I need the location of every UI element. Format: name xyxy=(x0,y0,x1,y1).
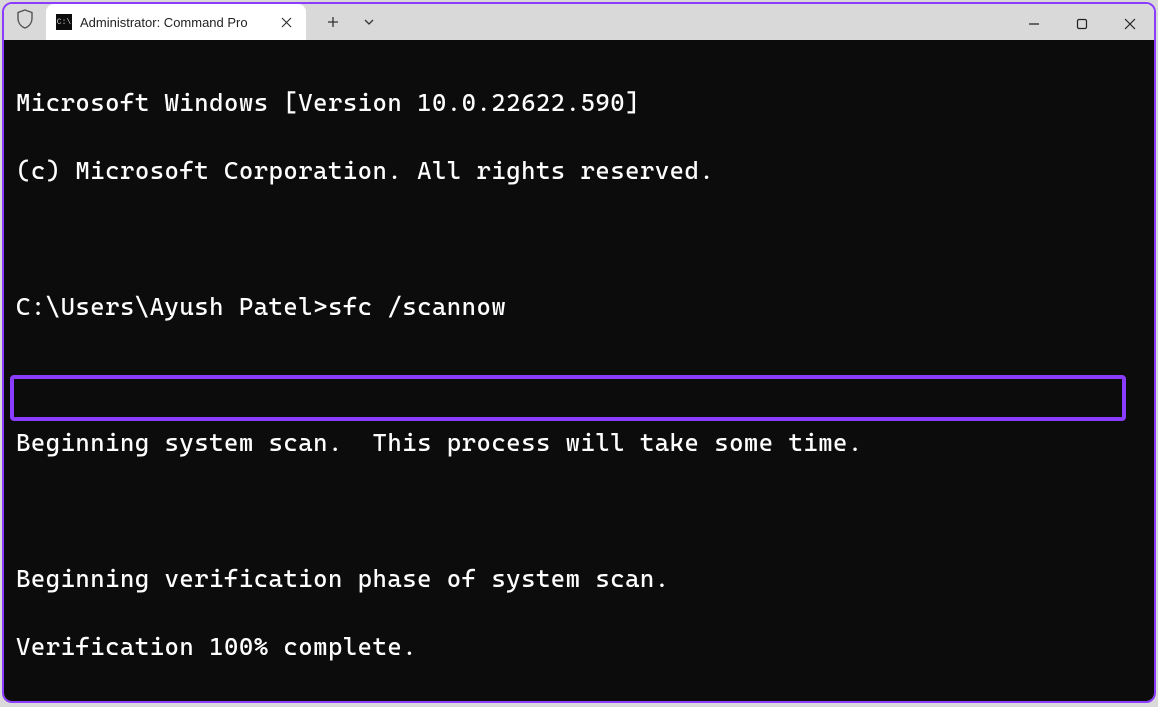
tab-command-prompt[interactable]: C:\ Administrator: Command Pro xyxy=(46,4,306,40)
terminal-window: C:\ Administrator: Command Pro xyxy=(2,2,1156,703)
window-controls xyxy=(1010,4,1154,44)
tab-close-button[interactable] xyxy=(276,12,296,32)
terminal-line: Beginning system scan. This process will… xyxy=(16,426,1146,460)
cmd-icon: C:\ xyxy=(56,14,72,30)
maximize-button[interactable] xyxy=(1058,4,1106,44)
terminal-line: (c) Microsoft Corporation. All rights re… xyxy=(16,154,1146,188)
terminal-line: Verification 100% complete. xyxy=(16,630,1146,664)
tab-title: Administrator: Command Pro xyxy=(80,15,268,30)
titlebar-left: C:\ Administrator: Command Pro xyxy=(4,4,386,40)
terminal-line: Microsoft Windows [Version 10.0.22622.59… xyxy=(16,86,1146,120)
terminal-line xyxy=(16,698,1146,703)
minimize-button[interactable] xyxy=(1010,4,1058,44)
terminal-line xyxy=(16,494,1146,528)
tab-dropdown-button[interactable] xyxy=(352,6,386,38)
new-tab-button[interactable] xyxy=(316,6,350,38)
terminal-line xyxy=(16,358,1146,392)
terminal-line xyxy=(16,222,1146,256)
terminal-output[interactable]: Microsoft Windows [Version 10.0.22622.59… xyxy=(4,40,1154,703)
terminal-line: Beginning verification phase of system s… xyxy=(16,562,1146,596)
close-button[interactable] xyxy=(1106,4,1154,44)
terminal-line: C:\Users\Ayush Patel>sfc /scannow xyxy=(16,290,1146,324)
tab-actions xyxy=(316,4,386,40)
titlebar: C:\ Administrator: Command Pro xyxy=(4,4,1154,40)
shield-icon xyxy=(16,9,34,29)
